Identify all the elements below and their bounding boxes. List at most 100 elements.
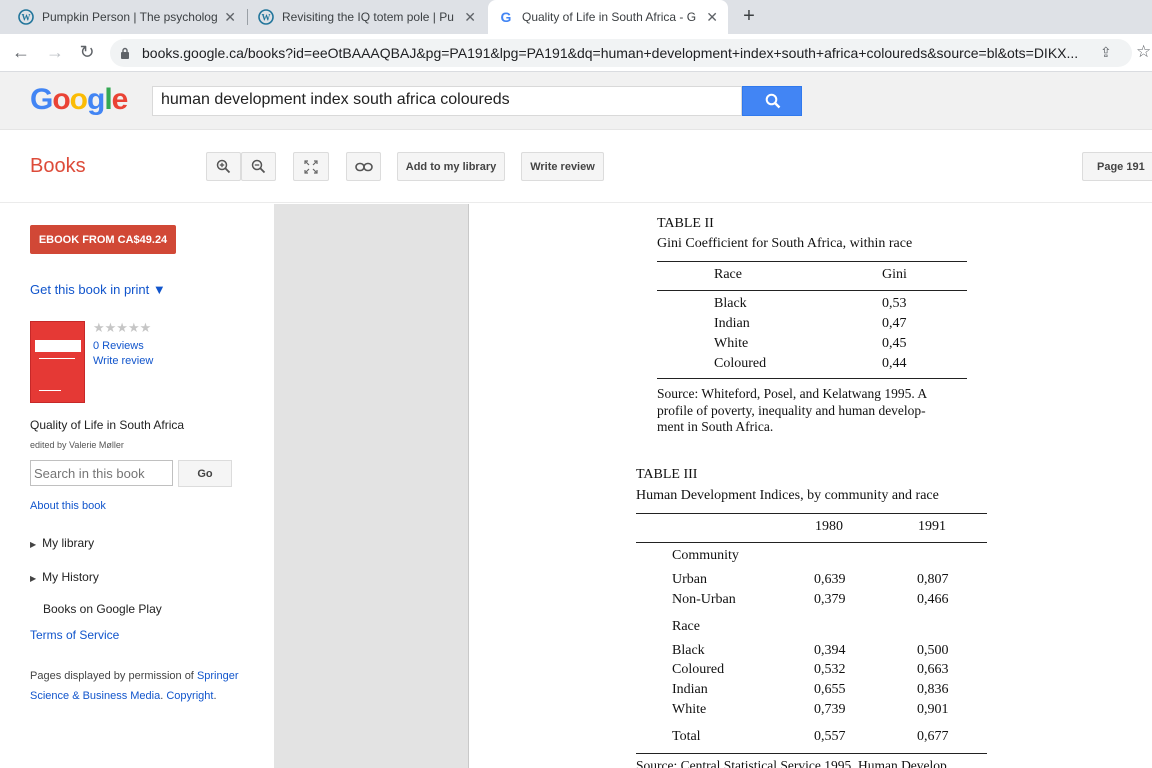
rating-stars: ★★★★★ [93, 320, 152, 335]
table3-group-race: Race [672, 619, 700, 634]
table3-value-1991: 0,807 [917, 572, 949, 587]
get-book-in-print-link[interactable]: Get this book in print ▼ [30, 282, 166, 297]
google-play-link[interactable]: Books on Google Play [43, 602, 162, 616]
wordpress-icon: W [18, 9, 34, 25]
tab-title: Quality of Life in South Africa - G [522, 10, 697, 24]
table2-race: Black [714, 296, 747, 311]
table2-gini: 0,47 [882, 316, 907, 331]
about-this-book-link[interactable]: About this book [30, 500, 106, 512]
tab-close-icon[interactable]: ✕ [224, 9, 236, 26]
google-logo[interactable]: Google [30, 83, 128, 117]
table3-row-name: Indian [672, 682, 708, 697]
cover-title-band [35, 340, 81, 352]
table2-gini: 0,44 [882, 356, 907, 371]
table3-row-name: Urban [672, 572, 707, 587]
search-button[interactable] [742, 86, 802, 116]
tab-iq-totem-pole[interactable]: W Revisiting the IQ totem pole | Pu ✕ [248, 0, 486, 34]
viewer-gutter [274, 204, 469, 768]
table3-value-1991: 0,663 [917, 662, 949, 677]
table2-race: Indian [714, 316, 750, 331]
permission-notice: Pages displayed by permission of Springe… [30, 670, 239, 702]
table3-row-name: Coloured [672, 662, 725, 677]
table3-total-1980: 0,557 [814, 729, 846, 744]
tab-close-icon[interactable]: ✕ [706, 9, 718, 26]
add-to-library-button[interactable]: Add to my library [397, 152, 505, 181]
table2-label: TABLE II [657, 216, 714, 231]
tab-title: Pumpkin Person | The psycholog [42, 10, 218, 24]
table2-source-line: ment in South Africa. [657, 419, 774, 434]
table3-header-1980: 1980 [815, 519, 843, 534]
book-editor: edited by Valerie Møller [30, 440, 124, 450]
write-review-button[interactable]: Write review [521, 152, 604, 181]
table3-total-name: Total [672, 729, 701, 744]
books-section-title[interactable]: Books [30, 155, 86, 178]
table2-race: White [714, 336, 749, 351]
terms-of-service-link[interactable]: Terms of Service [30, 628, 119, 642]
zoom-in-button[interactable] [206, 152, 241, 181]
lock-icon [121, 47, 129, 59]
table3-source-partial: Source: Central Statistical Service 1995… [636, 758, 947, 768]
table2-header-race: Race [714, 267, 742, 282]
zoom-out-icon [251, 159, 266, 174]
table3-value-1980: 0,394 [814, 643, 846, 658]
table3-label: TABLE III [636, 467, 698, 482]
zoom-out-button[interactable] [241, 152, 276, 181]
fullscreen-button[interactable] [293, 152, 329, 181]
cover-line [39, 358, 75, 359]
table2-header-rule [657, 290, 967, 291]
my-library-menu[interactable]: ▶ My library [30, 536, 94, 550]
book-cover-thumbnail[interactable] [30, 321, 85, 403]
table3-row-name: Black [672, 643, 705, 658]
table3-row-name: Non-Urban [672, 592, 736, 607]
tab-quality-of-life[interactable]: G Quality of Life in South Africa - G ✕ [488, 0, 728, 34]
triangle-right-icon: ▶ [30, 540, 37, 549]
svg-text:W: W [22, 13, 31, 23]
table3-group-community: Community [672, 548, 739, 563]
tab-close-icon[interactable]: ✕ [464, 9, 476, 26]
my-history-menu[interactable]: ▶ My History [30, 570, 99, 584]
table3-top-rule [636, 513, 987, 514]
book-sidebar: EBOOK FROM CA$49.24 Get this book in pri… [0, 204, 274, 768]
forward-button[interactable]: → [44, 42, 66, 63]
table3-value-1980: 0,379 [814, 592, 846, 607]
search-in-book-input[interactable] [30, 460, 173, 486]
new-tab-button[interactable]: + [738, 5, 760, 28]
table3-row-name: White [672, 702, 707, 717]
wordpress-icon: W [258, 9, 274, 25]
buy-ebook-button[interactable]: EBOOK FROM CA$49.24 [30, 225, 176, 254]
link-button[interactable] [346, 152, 381, 181]
table2-source-line: Source: Whiteford, Posel, and Kelatwang … [657, 386, 928, 401]
search-icon [765, 93, 781, 109]
fullscreen-icon [304, 159, 318, 174]
search-input[interactable]: human development index south africa col… [152, 86, 742, 116]
table3-value-1991: 0,466 [917, 592, 949, 607]
table2-header-gini: Gini [882, 267, 907, 282]
triangle-right-icon: ▶ [30, 574, 37, 583]
copyright-link[interactable]: Copyright [166, 690, 213, 702]
back-button[interactable]: ← [10, 42, 32, 63]
page-selector[interactable]: Page 191 [1082, 152, 1152, 181]
table3-value-1991: 0,901 [917, 702, 949, 717]
table3-value-1991: 0,836 [917, 682, 949, 697]
book-page[interactable]: TABLE II Gini Coefficient for South Afri… [469, 204, 1152, 768]
bookmark-star-icon[interactable]: ☆ [1136, 42, 1151, 62]
svg-text:G: G [501, 9, 512, 25]
tab-pumpkin-person[interactable]: W Pumpkin Person | The psycholog ✕ [8, 0, 246, 34]
books-toolbar: Books Add to my library Write review Pag… [0, 131, 1152, 203]
write-review-link[interactable]: Write review [93, 355, 153, 367]
table2-gini: 0,45 [882, 336, 907, 351]
address-bar[interactable]: books.google.ca/books?id=eeOtBAAAQBAJ&pg… [110, 39, 1151, 67]
table2-source-line: profile of poverty, inequality and human… [657, 403, 926, 418]
table2-gini: 0,53 [882, 296, 907, 311]
book-title: Quality of Life in South Africa [30, 418, 185, 432]
go-button[interactable]: Go [178, 460, 232, 487]
reload-button[interactable]: ↻ [76, 42, 98, 63]
table3-value-1991: 0,500 [917, 643, 949, 658]
table2-bottom-rule [657, 378, 967, 379]
table3-bottom-rule [636, 753, 987, 754]
tab-title: Revisiting the IQ totem pole | Pu [282, 10, 454, 24]
cover-line [39, 390, 61, 391]
share-icon[interactable]: ⇪ [1100, 44, 1112, 61]
svg-text:W: W [262, 13, 271, 23]
reviews-link[interactable]: 0 Reviews [93, 340, 144, 352]
